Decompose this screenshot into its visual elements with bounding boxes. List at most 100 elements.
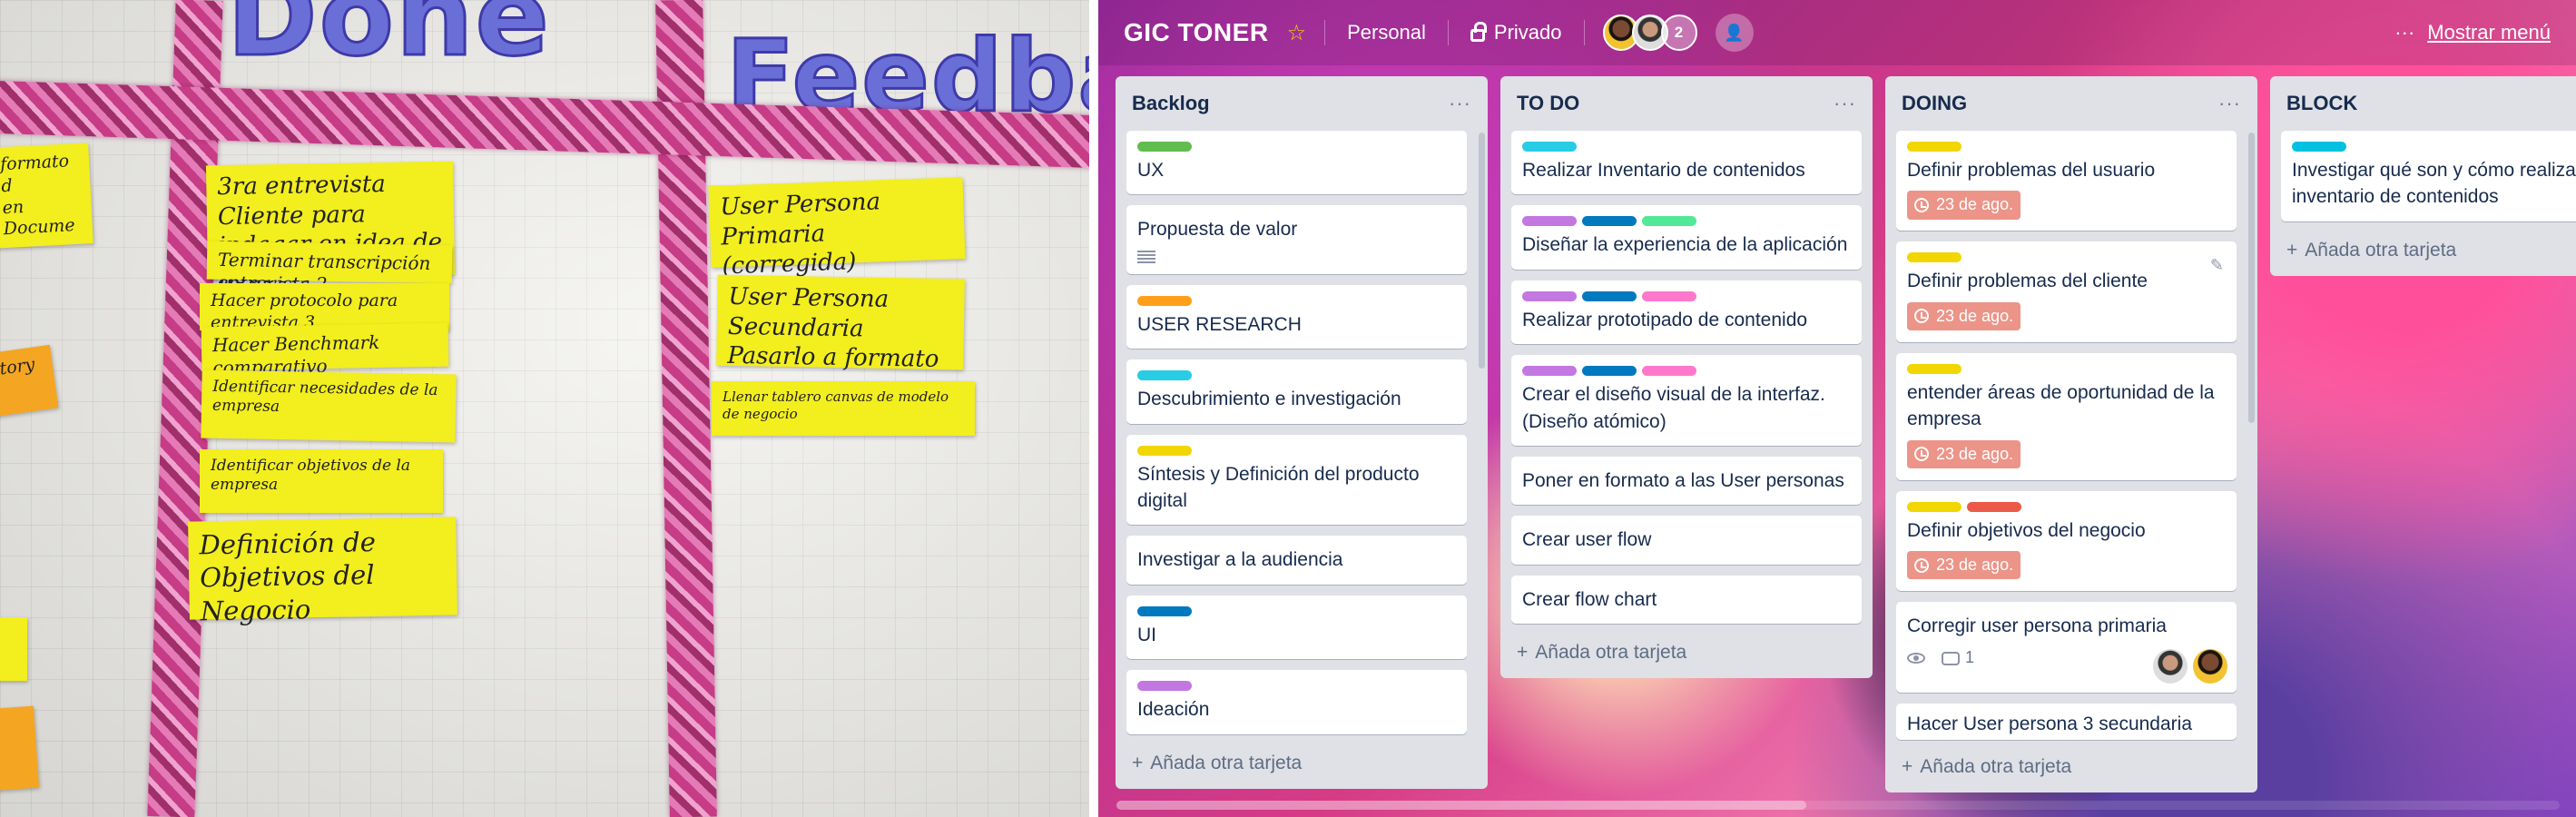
clock-icon	[1914, 557, 1929, 573]
label-pink	[1642, 290, 1696, 301]
member-count-badge[interactable]: 2	[1660, 15, 1697, 51]
label-yellow	[1137, 445, 1192, 456]
card[interactable]: Ideación	[1126, 670, 1467, 734]
card[interactable]: Descubrimiento e investigación	[1126, 359, 1467, 424]
sticky-partial-left: formato d en Docume	[0, 143, 93, 249]
kanban-wall-photo: Done Feedback formato d en Docume story …	[0, 0, 1089, 817]
list-block: BLOCK ··· Investigar qué son y cómo real…	[2270, 76, 2576, 276]
card[interactable]: entender áreas de oportunidad de la empr…	[1896, 352, 2237, 480]
card[interactable]: Diseñar la experiencia de la aplicación	[1511, 205, 1862, 270]
label-green	[1642, 216, 1696, 227]
label-blue	[1137, 605, 1192, 616]
comment-icon	[1942, 652, 1960, 666]
add-card-button[interactable]: + Añada otra tarjeta	[1511, 635, 1862, 669]
watch-eye-icon	[1907, 652, 1925, 664]
card[interactable]: ✎ Definir problemas del cliente 23 de ag…	[1896, 241, 2237, 342]
card[interactable]: Definir problemas del usuario 23 de ago.	[1896, 131, 2237, 231]
card[interactable]: Realizar Inventario de contenidos	[1511, 131, 1862, 195]
clock-icon	[1914, 447, 1929, 462]
sticky-done-7: Definición de Objetivos del Negocio	[188, 517, 457, 626]
label-blue	[1582, 216, 1637, 227]
board-header: GIC TONER ☆ Personal Privado 2 👤 ··· Mos…	[1098, 0, 2576, 65]
sticky-done-6: Identificar objetivos de la empresa	[200, 449, 443, 513]
card[interactable]: Poner en formato a las User personas	[1511, 456, 1862, 506]
card[interactable]: Investigar qué son y cómo realizar un in…	[2281, 131, 2576, 221]
card[interactable]: Realizar prototipado de contenido	[1511, 280, 1862, 345]
list-title[interactable]: Backlog	[1132, 92, 1210, 115]
edit-pencil-icon[interactable]: ✎	[2210, 254, 2224, 277]
clock-icon	[1914, 309, 1929, 324]
card[interactable]: Crear user flow	[1511, 516, 1862, 565]
plus-icon: +	[2286, 239, 2298, 261]
list-doing: DOING ··· Definir problemas del usuario …	[1885, 76, 2257, 792]
label-yellow	[1907, 501, 1961, 512]
board-lists: Backlog ··· UX Propuesta de valor USER R…	[1116, 76, 2576, 792]
invite-member-button[interactable]: 👤	[1715, 14, 1754, 52]
card[interactable]: UX	[1126, 131, 1467, 195]
list-title[interactable]: BLOCK	[2286, 92, 2357, 115]
list-menu-icon[interactable]: ···	[2218, 92, 2241, 115]
label-purple	[1522, 216, 1577, 227]
card[interactable]: UI	[1126, 595, 1467, 660]
plus-icon: +	[1517, 642, 1529, 664]
due-date-badge[interactable]: 23 de ago.	[1907, 191, 2021, 220]
sticky-feedback-1: User Persona Primaria (corregida)	[708, 177, 966, 280]
label-cyan	[1137, 370, 1192, 381]
plus-icon: +	[1902, 755, 1913, 777]
label-cyan	[1522, 142, 1577, 152]
card[interactable]: Definir objetivos del negocio 23 de ago.	[1896, 490, 2237, 591]
list-scrollbar[interactable]	[2248, 133, 2255, 423]
sticky-partial-orange: story	[0, 344, 59, 418]
due-date-badge[interactable]: 23 de ago.	[1907, 301, 2021, 330]
list-title[interactable]: TO DO	[1517, 92, 1579, 115]
label-orange	[1137, 295, 1192, 306]
list-title[interactable]: DOING	[1902, 92, 1967, 115]
list-todo: TO DO ··· Realizar Inventario de conteni…	[1500, 76, 1873, 679]
avatar[interactable]	[2193, 648, 2227, 684]
label-blue	[1582, 366, 1637, 377]
add-card-button[interactable]: + Añada otra tarjeta	[1126, 745, 1477, 780]
star-icon[interactable]: ☆	[1287, 20, 1307, 46]
card[interactable]: USER RESEARCH	[1126, 284, 1467, 349]
label-yellow	[1907, 363, 1961, 374]
due-date-badge[interactable]: 23 de ago.	[1907, 439, 2021, 468]
label-yellow	[1907, 252, 1961, 263]
card[interactable]: Crear el diseño visual de la interfaz. (…	[1511, 355, 1862, 446]
list-scrollbar[interactable]	[1479, 133, 1485, 369]
card[interactable]: Hacer User persona 3 secundaria	[1896, 703, 2237, 740]
avatar[interactable]	[2153, 648, 2188, 684]
add-card-button[interactable]: + Añada otra tarjeta	[2281, 232, 2576, 267]
label-sky	[2292, 142, 2346, 152]
label-purple	[1522, 366, 1577, 377]
card[interactable]: Investigar a la audiencia	[1126, 536, 1467, 585]
description-icon	[1137, 250, 1155, 263]
privacy-button[interactable]: Privado	[1467, 15, 1566, 50]
board-members: 2	[1602, 15, 1697, 51]
label-green	[1137, 142, 1192, 152]
team-visibility-button[interactable]: Personal	[1343, 15, 1430, 50]
label-purple	[1522, 290, 1577, 301]
sticky-done-4: Hacer Benchmark comparativo competidores	[201, 322, 449, 401]
label-blue	[1582, 290, 1637, 301]
list-menu-icon[interactable]: ···	[1834, 92, 1856, 115]
label-red	[1967, 501, 2021, 512]
card[interactable]: Corregir user persona primaria 1	[1896, 601, 2237, 693]
column-title-done: Done	[226, 0, 551, 83]
show-menu-button[interactable]: ··· Mostrar menú	[2394, 21, 2551, 44]
board-scrollbar[interactable]	[1116, 801, 1806, 810]
card[interactable]: Síntesis y Definición del producto digit…	[1126, 434, 1467, 526]
list-backlog: Backlog ··· UX Propuesta de valor USER R…	[1116, 76, 1488, 789]
label-purple	[1137, 681, 1192, 692]
more-icon: ···	[2394, 21, 2415, 44]
card[interactable]: Propuesta de valor	[1126, 205, 1467, 274]
sticky-partial-edge-orange	[0, 705, 40, 792]
add-card-button[interactable]: + Añada otra tarjeta	[1896, 749, 2247, 783]
board-title[interactable]: GIC TONER	[1124, 18, 1269, 47]
card[interactable]: Crear flow chart	[1511, 575, 1862, 625]
comments-badge: 1	[1942, 646, 1974, 669]
add-person-icon: 👤	[1724, 23, 1745, 42]
lock-icon	[1470, 22, 1487, 42]
sticky-done-2: Terminar transcripción entrevista 2	[206, 241, 453, 295]
due-date-badge[interactable]: 23 de ago.	[1907, 550, 2021, 580]
list-menu-icon[interactable]: ···	[1449, 92, 1471, 115]
